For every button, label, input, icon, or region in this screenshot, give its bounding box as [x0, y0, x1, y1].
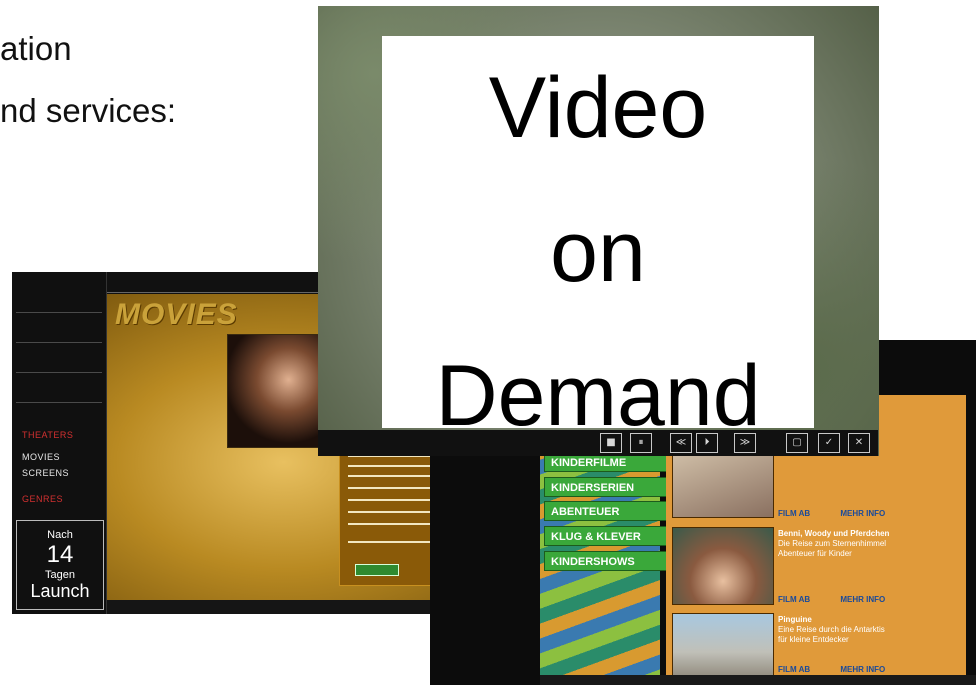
card-thumbnail[interactable]	[672, 527, 774, 605]
close-icon[interactable]: ✕	[848, 433, 870, 453]
player-control-bar: ■ ⏸ ≪ ⏵ ≫ ▢ ✓ ✕	[318, 430, 878, 456]
play-button[interactable]: FILM AB	[778, 595, 810, 604]
launch-line-3: Launch	[30, 581, 90, 601]
menu-item-kinderserien[interactable]: KINDERSERIEN	[544, 477, 668, 497]
launch-line-2: Tagen	[45, 569, 75, 581]
launch-promo-box[interactable]: Nach 14 Tagen Launch	[16, 520, 104, 610]
play-icon[interactable]: ⏵	[696, 433, 718, 453]
card-line: Abenteuer für Kinder	[778, 549, 852, 558]
play-button[interactable]: FILM AB	[778, 665, 810, 674]
card-title: Benni, Woody und Pferdchen	[778, 529, 890, 538]
vod-title: Video on Demand	[435, 60, 761, 444]
menu-item-kindershows[interactable]: KINDERSHOWS	[544, 551, 668, 571]
text-line	[348, 541, 438, 543]
more-info-button[interactable]: MEHR INFO	[840, 595, 885, 604]
stop-icon[interactable]: ■	[600, 433, 622, 453]
launch-number: 14	[46, 541, 74, 568]
window-icon[interactable]: ▢	[786, 433, 808, 453]
card-buttons: FILM AB MEHR INFO	[778, 665, 913, 674]
sidebar-divider	[16, 312, 102, 313]
sidebar-item[interactable]: GENRES	[22, 494, 63, 504]
movies-sidebar: THEATERS MOVIES SCREENS GENRES Nach 14 T…	[12, 272, 107, 614]
pause-icon[interactable]: ⏸	[630, 433, 652, 453]
menu-item-abenteuer[interactable]: ABENTEUER	[544, 501, 668, 521]
card-line: für kleine Entdecker	[778, 635, 849, 644]
card-title: Pinguine	[778, 615, 812, 624]
card-line: Die Reise zum Sternenhimmel	[778, 539, 887, 548]
slide-text-line-1: ation	[0, 30, 72, 67]
movies-action-button[interactable]	[355, 564, 399, 576]
sidebar-item[interactable]: MOVIES	[22, 452, 60, 462]
launch-line-1: Nach	[47, 529, 73, 541]
card-description: Benni, Woody und Pferdchen Die Reise zum…	[778, 529, 958, 559]
movies-title: MOVIES	[115, 298, 238, 331]
more-info-button[interactable]: MEHR INFO	[840, 665, 885, 674]
menu-item-klug-klever[interactable]: KLUG & KLEVER	[544, 526, 668, 546]
card-line: Eine Reise durch die Antarktis	[778, 625, 885, 634]
sidebar-divider	[16, 342, 102, 343]
more-info-button[interactable]: MEHR INFO	[840, 509, 885, 518]
sidebar-item[interactable]: SCREENS	[22, 468, 69, 478]
sidebar-divider	[16, 402, 102, 403]
fast-forward-icon[interactable]: ≫	[734, 433, 756, 453]
play-button[interactable]: FILM AB	[778, 509, 810, 518]
kids-footer	[540, 675, 976, 685]
card-description: Pinguine Eine Reise durch die Antarktis …	[778, 615, 958, 645]
card-buttons: FILM AB MEHR INFO	[778, 595, 913, 604]
sidebar-divider	[16, 372, 102, 373]
check-icon[interactable]: ✓	[818, 433, 840, 453]
slide-text-line-2: nd services:	[0, 92, 177, 129]
rewind-icon[interactable]: ≪	[670, 433, 692, 453]
sidebar-item[interactable]: THEATERS	[22, 430, 73, 440]
card-buttons: FILM AB MEHR INFO	[778, 509, 913, 518]
